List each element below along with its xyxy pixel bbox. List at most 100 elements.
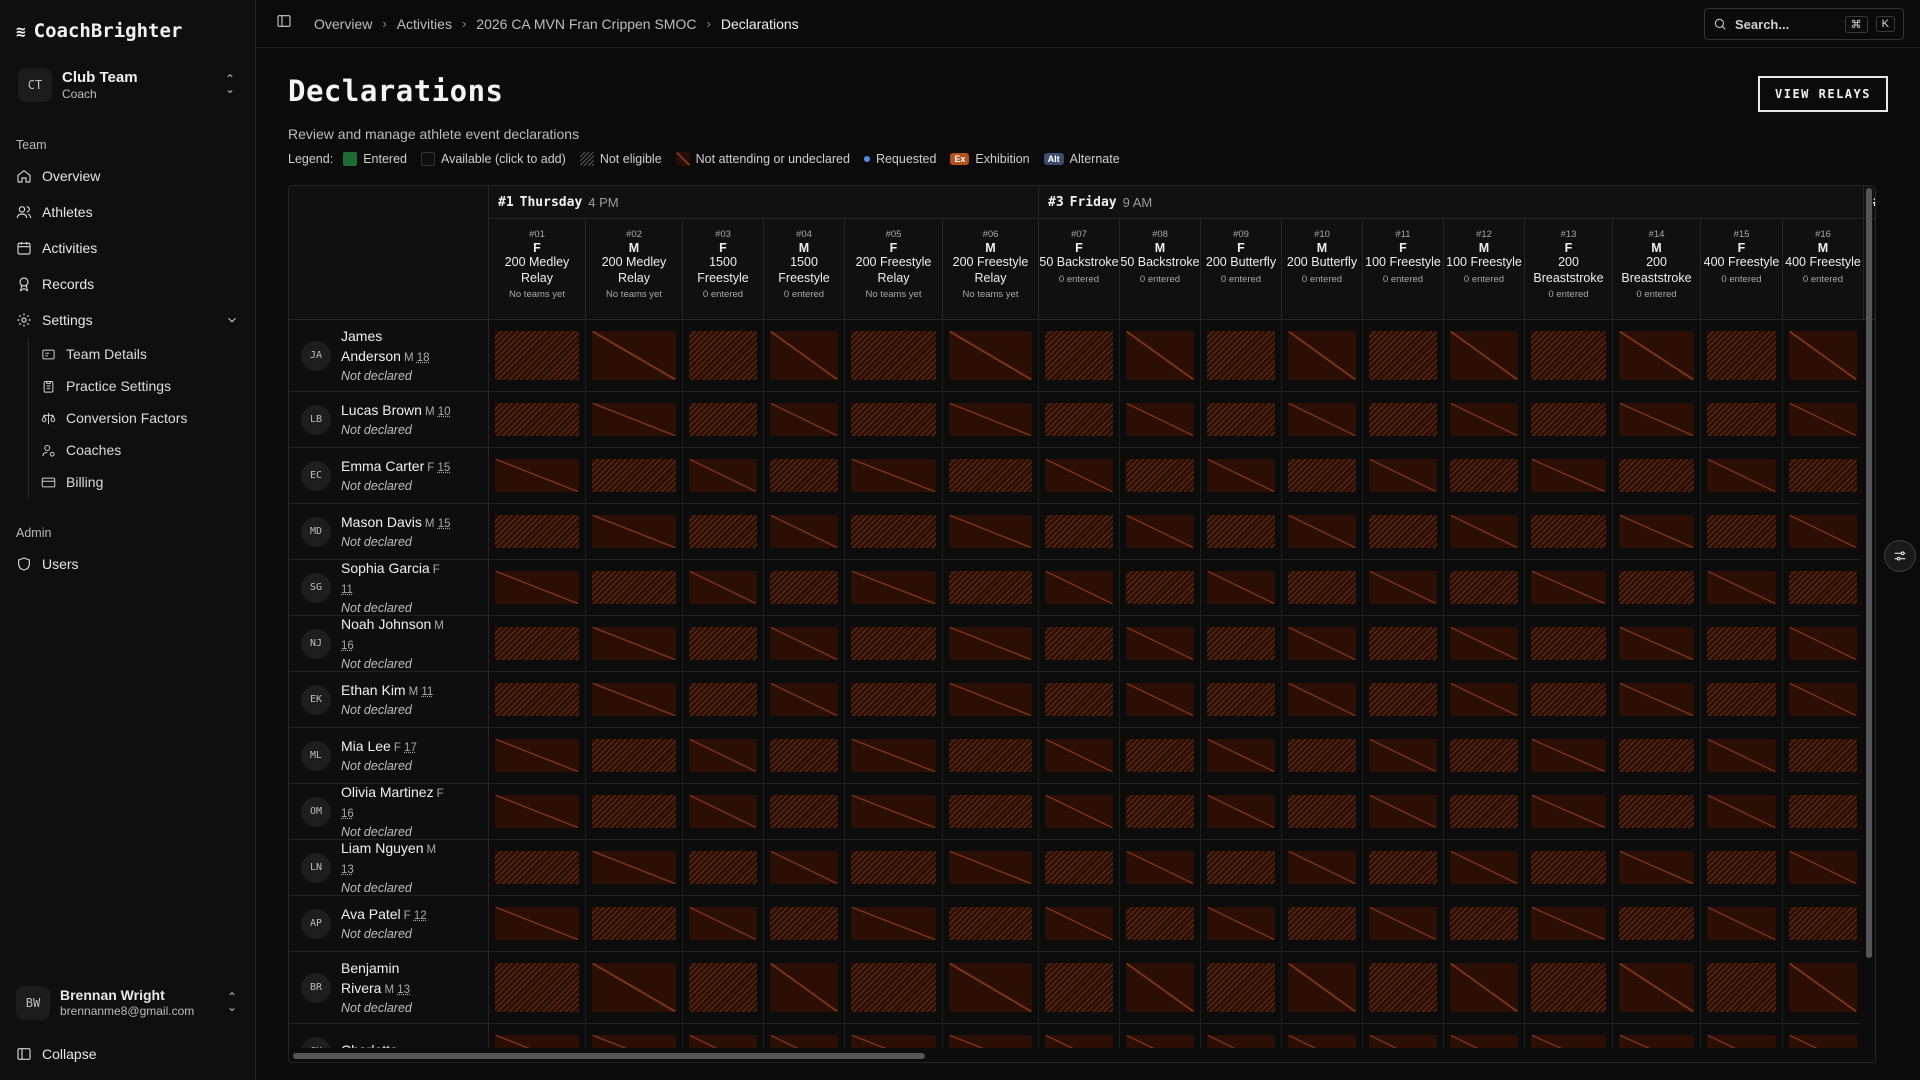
event-header[interactable]: #11 F 100 Freestyle 0 entered (1363, 219, 1444, 320)
declaration-cell[interactable] (943, 952, 1039, 1023)
declaration-cell[interactable] (1282, 1024, 1363, 1048)
declaration-cell[interactable] (943, 504, 1039, 559)
declaration-cell[interactable] (1363, 728, 1444, 783)
declaration-cell[interactable] (1783, 448, 1861, 503)
declaration-cell[interactable] (1444, 784, 1525, 839)
event-header[interactable]: #13 F 200 Breaststroke 0 entered (1525, 219, 1613, 320)
declaration-cell[interactable] (1701, 616, 1783, 671)
sidebar-item-conversion-factors[interactable]: Conversion Factors (41, 402, 255, 434)
declaration-cell[interactable] (1613, 448, 1701, 503)
declaration-cell[interactable] (1701, 672, 1783, 727)
declaration-cell[interactable] (764, 840, 845, 895)
declaration-cell[interactable] (1282, 320, 1363, 391)
declaration-cell[interactable] (1120, 672, 1201, 727)
declaration-cell[interactable] (1701, 728, 1783, 783)
declaration-cell[interactable] (586, 448, 683, 503)
brand[interactable]: ≋ CoachBrighter (0, 0, 255, 56)
vertical-scrollbar[interactable] (1864, 188, 1874, 1048)
sidebar-item-records[interactable]: Records (0, 266, 255, 302)
declaration-cell[interactable] (1201, 1024, 1282, 1048)
declaration-cell[interactable] (1363, 560, 1444, 615)
declaration-cell[interactable] (1363, 840, 1444, 895)
declaration-cell[interactable] (943, 448, 1039, 503)
athlete-cell[interactable]: SG Sophia Garcia F 11 Not declared (289, 560, 489, 615)
declaration-cell[interactable] (943, 672, 1039, 727)
sidebar-item-billing[interactable]: Billing (41, 466, 255, 498)
declaration-cell[interactable] (1201, 952, 1282, 1023)
declaration-cell[interactable] (586, 1024, 683, 1048)
declaration-cell[interactable] (1783, 896, 1861, 951)
declaration-cell[interactable] (1613, 728, 1701, 783)
declaration-cell[interactable] (1282, 784, 1363, 839)
declaration-cell[interactable] (1039, 448, 1120, 503)
declaration-cell[interactable] (489, 448, 586, 503)
declaration-cell[interactable] (1282, 504, 1363, 559)
declaration-cell[interactable] (586, 392, 683, 447)
declaration-cell[interactable] (1201, 504, 1282, 559)
declaration-cell[interactable] (1701, 560, 1783, 615)
declaration-cell[interactable] (1363, 616, 1444, 671)
declaration-cell[interactable] (1701, 840, 1783, 895)
declaration-cell[interactable] (1282, 840, 1363, 895)
declaration-cell[interactable] (1783, 784, 1861, 839)
sidebar-item-team-details[interactable]: Team Details (41, 338, 255, 370)
declaration-cell[interactable] (1444, 672, 1525, 727)
declaration-cell[interactable] (845, 320, 943, 391)
declaration-cell[interactable] (1120, 448, 1201, 503)
declaration-cell[interactable] (683, 728, 764, 783)
declaration-cell[interactable] (1282, 616, 1363, 671)
declaration-cell[interactable] (586, 728, 683, 783)
declaration-cell[interactable] (683, 1024, 764, 1048)
event-header[interactable]: #16 M 400 Freestyle 0 entered (1783, 219, 1864, 320)
declaration-cell[interactable] (1444, 448, 1525, 503)
declaration-cell[interactable] (764, 504, 845, 559)
declaration-cell[interactable] (943, 560, 1039, 615)
declaration-cell[interactable] (1525, 896, 1613, 951)
declaration-cell[interactable] (1120, 392, 1201, 447)
declaration-cell[interactable] (943, 616, 1039, 671)
declaration-cell[interactable] (1444, 1024, 1525, 1048)
declaration-cell[interactable] (1120, 504, 1201, 559)
declaration-cell[interactable] (1783, 952, 1861, 1023)
declaration-cell[interactable] (1201, 672, 1282, 727)
declaration-cell[interactable] (489, 504, 586, 559)
declaration-cell[interactable] (1783, 392, 1861, 447)
declaration-cell[interactable] (1613, 320, 1701, 391)
search-button[interactable]: Search... ⌘ K (1704, 8, 1904, 40)
declaration-cell[interactable] (1701, 952, 1783, 1023)
event-header[interactable]: #03 F 1500 Freestyle 0 entered (683, 219, 764, 320)
declaration-cell[interactable] (1039, 840, 1120, 895)
sidebar-item-practice-settings[interactable]: Practice Settings (41, 370, 255, 402)
declaration-cell[interactable] (1201, 448, 1282, 503)
declaration-cell[interactable] (1613, 952, 1701, 1023)
declaration-cell[interactable] (1783, 616, 1861, 671)
athlete-cell[interactable]: JA James Anderson M 18 Not declared (289, 320, 489, 391)
athlete-cell[interactable]: OM Olivia Martinez F 16 Not declared (289, 784, 489, 839)
declaration-cell[interactable] (1525, 784, 1613, 839)
declaration-cell[interactable] (943, 784, 1039, 839)
athlete-cell[interactable]: NJ Noah Johnson M 16 Not declared (289, 616, 489, 671)
declaration-cell[interactable] (943, 1024, 1039, 1048)
declaration-cell[interactable] (1039, 616, 1120, 671)
declaration-cell[interactable] (1525, 952, 1613, 1023)
declaration-cell[interactable] (1783, 560, 1861, 615)
declaration-cell[interactable] (1613, 504, 1701, 559)
event-header[interactable]: #05 F 200 Freestyle Relay No teams yet (845, 219, 943, 320)
declaration-cell[interactable] (1613, 560, 1701, 615)
declaration-cell[interactable] (1039, 728, 1120, 783)
declaration-cell[interactable] (489, 728, 586, 783)
declaration-cell[interactable] (1783, 320, 1861, 391)
declaration-cell[interactable] (489, 784, 586, 839)
declaration-cell[interactable] (1363, 320, 1444, 391)
declaration-cell[interactable] (1525, 616, 1613, 671)
declaration-cell[interactable] (1282, 392, 1363, 447)
declaration-cell[interactable] (1120, 320, 1201, 391)
declaration-cell[interactable] (1039, 672, 1120, 727)
event-header[interactable]: #02 M 200 Medley Relay No teams yet (586, 219, 683, 320)
declaration-cell[interactable] (1282, 952, 1363, 1023)
sidebar-item-users[interactable]: Users (0, 546, 255, 582)
sidebar-item-overview[interactable]: Overview (0, 158, 255, 194)
declaration-cell[interactable] (1701, 448, 1783, 503)
declaration-cell[interactable] (1525, 504, 1613, 559)
declaration-cell[interactable] (683, 504, 764, 559)
